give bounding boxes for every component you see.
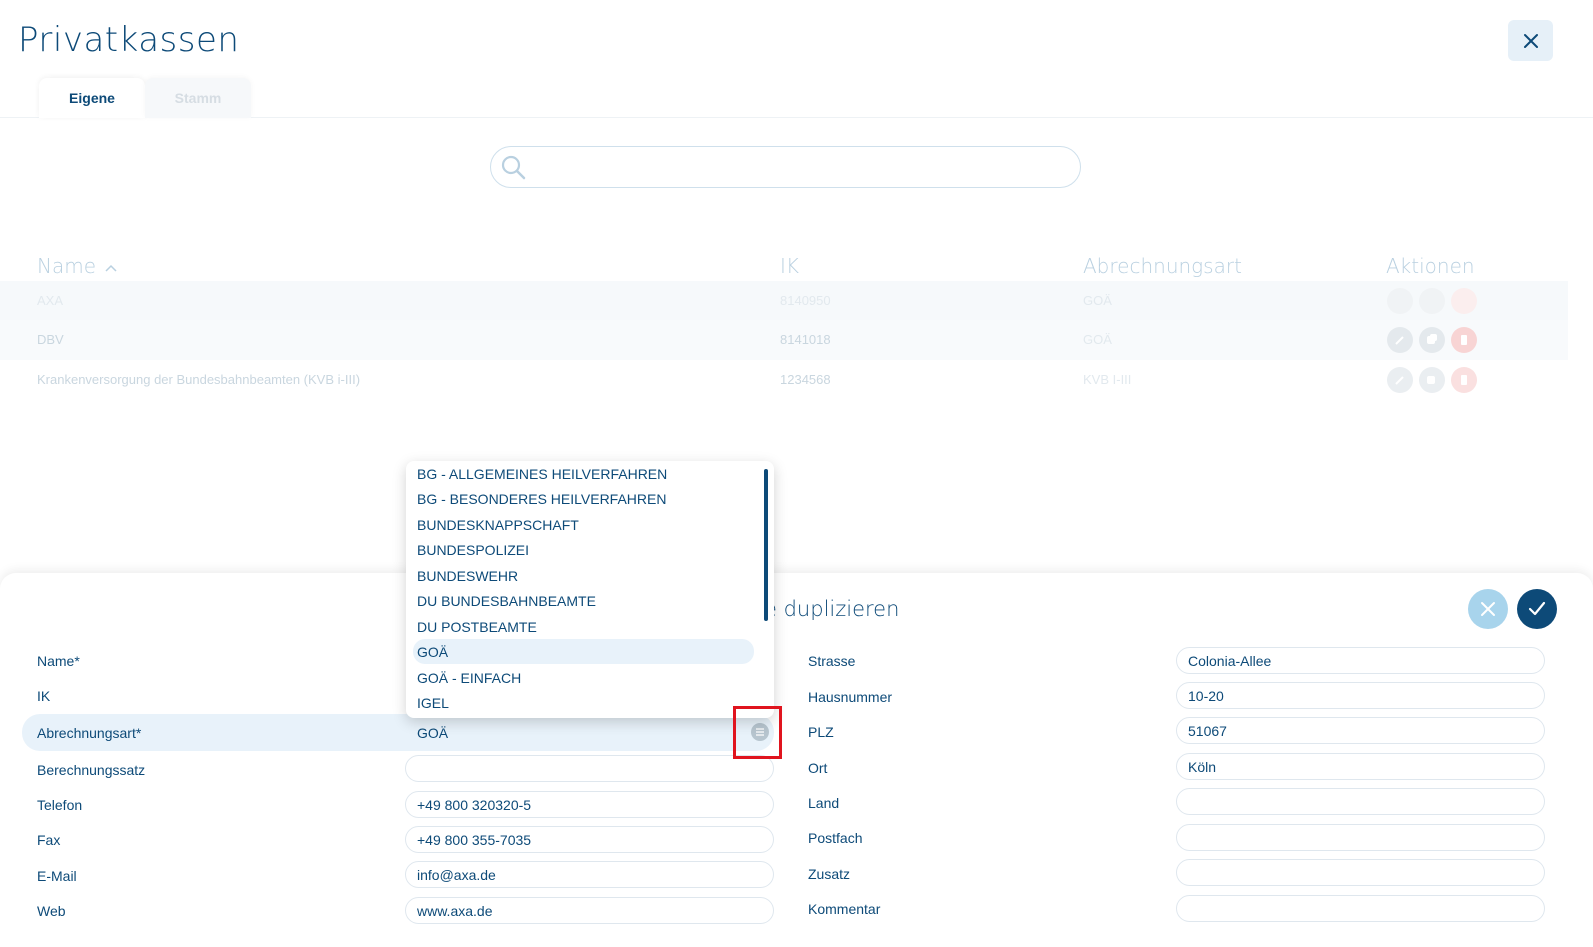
abrechnungsart-dropdown: BG - ALLGEMEINES HEILVERFAHREN BG - BESO…	[406, 461, 774, 718]
abrechnungsart-select[interactable]: GOÄ	[405, 719, 774, 746]
berechnungssatz-field[interactable]	[405, 755, 774, 782]
postfach-field[interactable]	[1176, 824, 1545, 851]
kommentar-label: Kommentar	[808, 901, 881, 917]
close-icon	[1481, 602, 1495, 616]
dropdown-option[interactable]: DU BUNDESBAHNBEAMTE	[417, 588, 754, 613]
land-field[interactable]	[1176, 788, 1545, 815]
delete-button[interactable]	[1451, 288, 1477, 314]
pencil-icon	[1395, 376, 1404, 385]
tab-bar: Eigene Stamm	[0, 78, 1593, 118]
ik-label: IK	[37, 688, 51, 704]
plz-label: PLZ	[808, 724, 834, 740]
cell-abrechnungsart: GOÄ	[1083, 332, 1112, 347]
web-field[interactable]: www.axa.de	[405, 897, 774, 924]
ort-label: Ort	[808, 760, 828, 776]
email-label: E-Mail	[37, 868, 77, 884]
hausnummer-field[interactable]: 10-20	[1176, 682, 1545, 709]
duplicate-button[interactable]	[1419, 288, 1445, 314]
plz-field[interactable]: 51067	[1176, 717, 1545, 744]
dropdown-option[interactable]: BG - BESONDERES HEILVERFAHREN	[417, 486, 754, 511]
dropdown-option[interactable]: BUNDESKNAPPSCHAFT	[417, 512, 754, 537]
search-input[interactable]	[490, 146, 1081, 188]
cell-abrechnungsart: KVB I-III	[1083, 372, 1132, 387]
email-field[interactable]: info@axa.de	[405, 861, 774, 888]
duplicate-button[interactable]	[1419, 367, 1445, 393]
kommentar-field[interactable]	[1176, 895, 1545, 922]
dropdown-option[interactable]: DU POSTBEAMTE	[417, 614, 754, 639]
dropdown-scrollbar[interactable]	[764, 469, 768, 621]
web-label: Web	[37, 903, 66, 919]
edit-button[interactable]	[1387, 327, 1413, 353]
dropdown-option[interactable]: BUNDESWEHR	[417, 563, 754, 588]
delete-button[interactable]	[1451, 327, 1477, 353]
table-row[interactable]: DBV 8141018 GOÄ	[0, 320, 1568, 360]
cell-ik: 8141018	[780, 332, 831, 347]
edit-button[interactable]	[1387, 367, 1413, 393]
table-row[interactable]: Krankenversorgung der Bundesbahnbeamten …	[0, 360, 1568, 400]
cell-ik: 1234568	[780, 372, 831, 387]
name-label: Name*	[37, 653, 80, 669]
cell-name: AXA	[37, 293, 64, 308]
land-label: Land	[808, 795, 840, 811]
dropdown-option[interactable]: BG - ALLGEMEINES HEILVERFAHREN	[417, 461, 754, 486]
edit-button[interactable]	[1387, 288, 1413, 314]
confirm-button[interactable]	[1517, 589, 1557, 629]
cell-name: DBV	[37, 332, 64, 347]
berechnungssatz-label: Berechnungssatz	[37, 762, 146, 778]
copy-icon	[1427, 376, 1435, 384]
sort-ascending-icon	[105, 264, 117, 272]
fax-label: Fax	[37, 832, 61, 848]
dropdown-option[interactable]: IGEL	[417, 690, 754, 715]
close-button[interactable]	[1508, 20, 1553, 61]
cell-abrechnungsart: GOÄ	[1083, 293, 1112, 308]
ort-field[interactable]: Köln	[1176, 753, 1545, 780]
trash-icon	[1461, 335, 1467, 345]
zusatz-field[interactable]	[1176, 859, 1545, 886]
column-header-aktionen: Aktionen	[1386, 254, 1475, 278]
page-title: Privatkassen	[18, 20, 240, 60]
duplicate-button[interactable]	[1419, 327, 1445, 353]
copy-icon	[1427, 334, 1437, 344]
tab-stamm[interactable]: Stamm	[145, 78, 251, 118]
cell-ik: 8140950	[780, 293, 831, 308]
pencil-icon	[1395, 336, 1404, 345]
telefon-label: Telefon	[37, 797, 83, 813]
strasse-field[interactable]: Colonia-Allee	[1176, 647, 1545, 674]
tab-eigene[interactable]: Eigene	[39, 78, 145, 118]
check-icon	[1528, 601, 1546, 616]
cancel-button[interactable]	[1468, 589, 1508, 629]
dropdown-option[interactable]: BUNDESPOLIZEI	[417, 537, 754, 562]
dropdown-option[interactable]: GOÄ - EINFACH	[417, 665, 754, 690]
panel-title: e duplizieren	[764, 597, 900, 621]
abrechnungsart-value: GOÄ	[417, 724, 449, 741]
trash-icon	[1461, 375, 1467, 385]
column-header-abrechnungsart[interactable]: Abrechnungsart	[1083, 254, 1242, 278]
cell-name: Krankenversorgung der Bundesbahnbeamten …	[37, 372, 361, 387]
annotation-highlight-box	[733, 706, 782, 759]
zusatz-label: Zusatz	[808, 866, 851, 882]
dropdown-option-selected[interactable]: GOÄ	[413, 639, 754, 664]
fax-field[interactable]: +49 800 355-7035	[405, 826, 774, 853]
hausnummer-label: Hausnummer	[808, 689, 893, 705]
strasse-label: Strasse	[808, 653, 856, 669]
abrechnungsart-label: Abrechnungsart*	[37, 725, 142, 741]
column-header-ik[interactable]: IK	[780, 254, 799, 278]
postfach-label: Postfach	[808, 830, 863, 846]
table-row[interactable]: AXA 8140950 GOÄ	[0, 281, 1568, 321]
column-header-name[interactable]: Name	[37, 254, 118, 278]
search-icon	[501, 155, 526, 180]
telefon-field[interactable]: +49 800 320320-5	[405, 791, 774, 818]
delete-button[interactable]	[1451, 367, 1477, 393]
close-icon	[1523, 33, 1538, 48]
